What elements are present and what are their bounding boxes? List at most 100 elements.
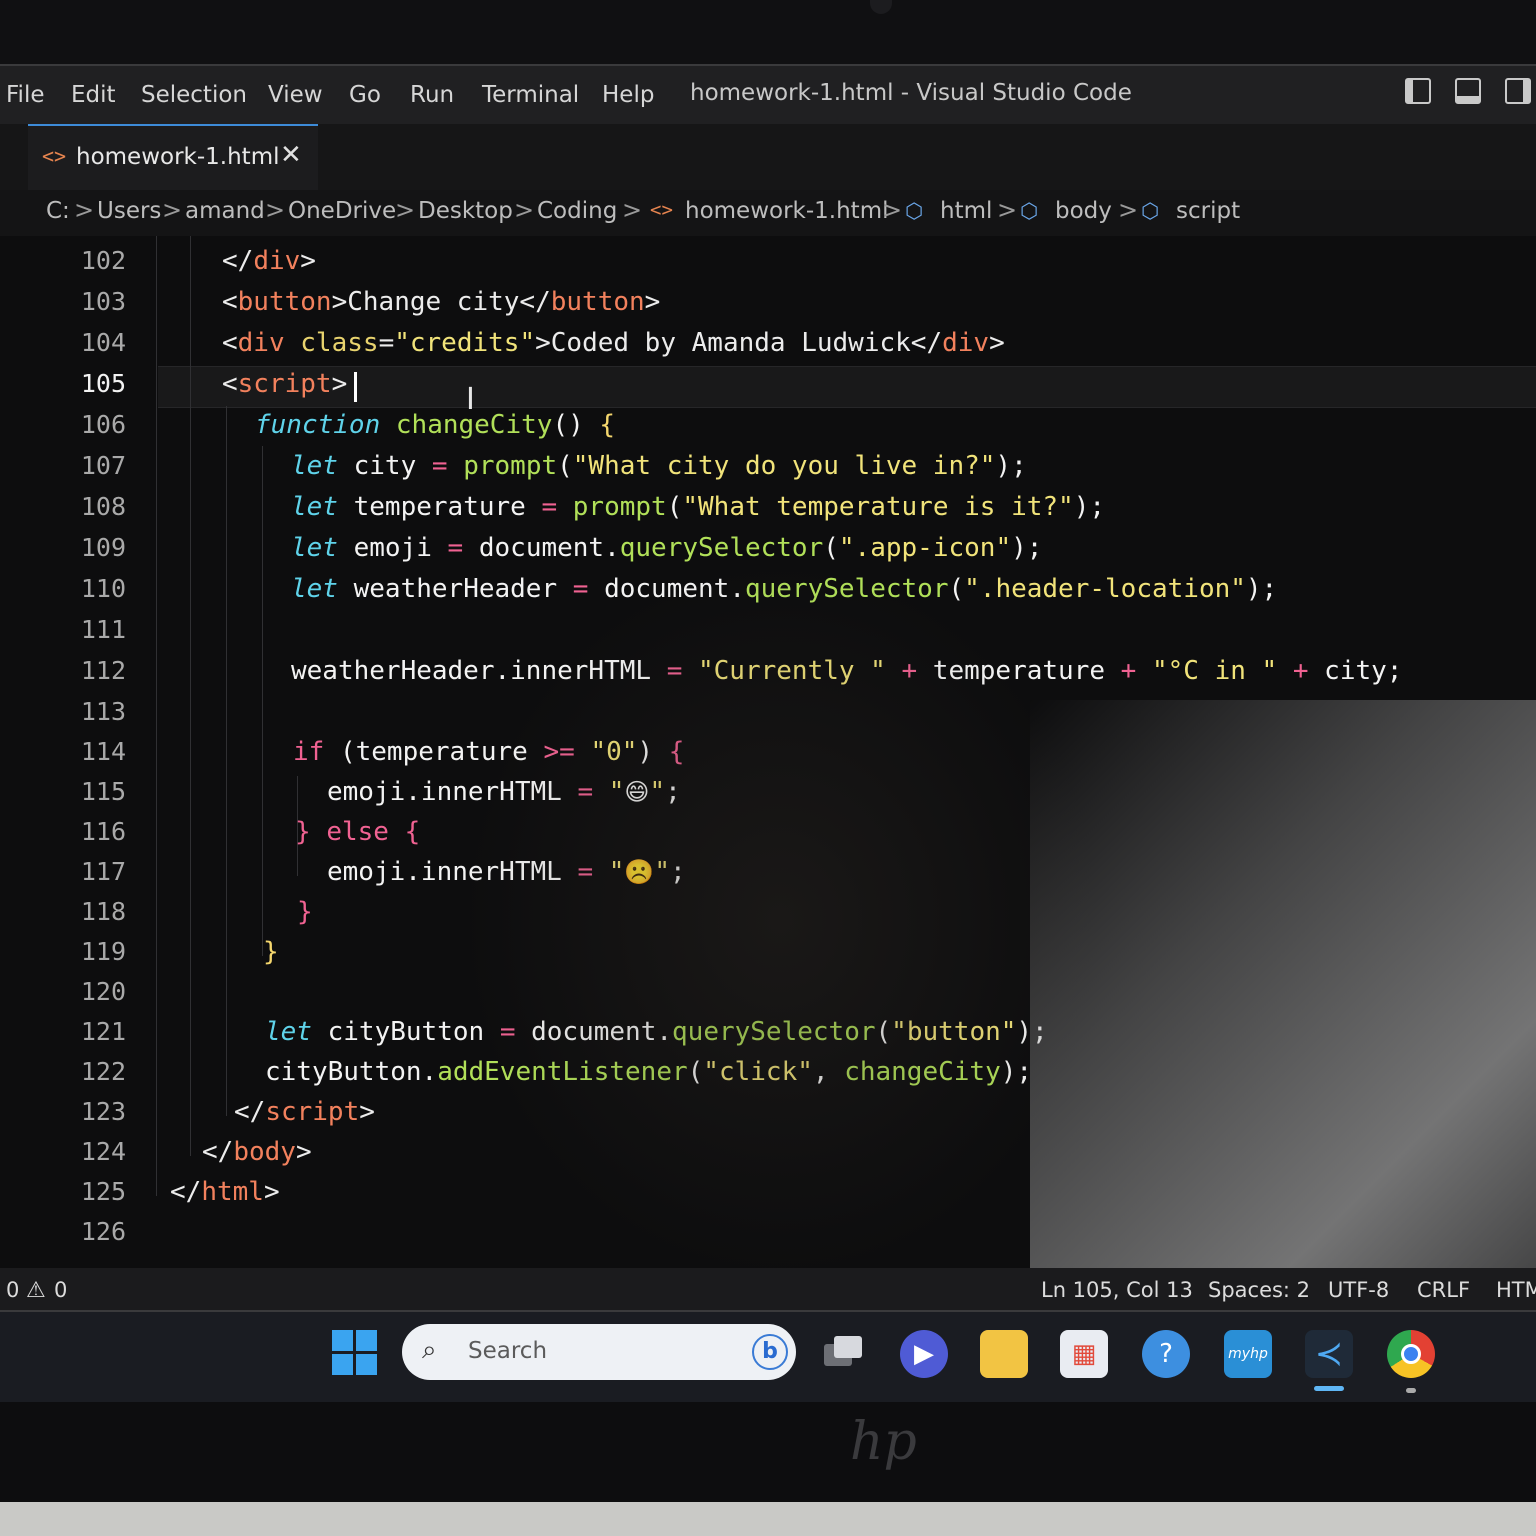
operator: = bbox=[577, 777, 594, 807]
tag-bracket: < bbox=[222, 328, 238, 358]
line-number: 110 bbox=[80, 574, 126, 603]
menu-help[interactable]: Help bbox=[602, 82, 654, 108]
string: "What city do you live in?" bbox=[572, 451, 996, 481]
punctuation: ( bbox=[687, 1057, 704, 1087]
window-title: homework-1.html - Visual Studio Code bbox=[690, 80, 1132, 106]
task-view-front bbox=[834, 1336, 862, 1358]
breadcrumb-html[interactable]: html bbox=[940, 198, 992, 224]
menu-run[interactable]: Run bbox=[410, 82, 454, 108]
windows-start-icon[interactable] bbox=[332, 1330, 378, 1376]
tag-bracket: </ bbox=[170, 1177, 202, 1207]
tag-bracket: > bbox=[989, 328, 1005, 358]
breadcrumb-users[interactable]: Users bbox=[97, 198, 161, 224]
chrome-icon[interactable] bbox=[1387, 1330, 1435, 1378]
keyword: let bbox=[265, 1017, 312, 1047]
error-count[interactable]: 0 bbox=[6, 1278, 19, 1302]
indent-guide bbox=[226, 406, 227, 1116]
line-number: 113 bbox=[80, 697, 126, 726]
member-access: weatherHeader.innerHTML bbox=[291, 656, 667, 686]
code-line-117: emoji.innerHTML = "☹️"; bbox=[327, 857, 686, 887]
close-icon[interactable]: ✕ bbox=[280, 140, 302, 170]
code-line-109: let emoji = document.querySelector(".app… bbox=[291, 533, 1042, 563]
breadcrumb-coding[interactable]: Coding bbox=[537, 198, 617, 224]
menu-view[interactable]: View bbox=[268, 82, 323, 108]
indentation-setting[interactable]: Spaces: 2 bbox=[1208, 1278, 1310, 1302]
punctuation: ); bbox=[1016, 1017, 1048, 1047]
task-view-icon[interactable] bbox=[820, 1330, 868, 1378]
code-line-123: </script> bbox=[234, 1097, 375, 1127]
file-encoding[interactable]: UTF-8 bbox=[1328, 1278, 1389, 1302]
menu-selection[interactable]: Selection bbox=[141, 82, 247, 108]
text-content: >Change city</ bbox=[331, 287, 551, 317]
warning-triangle-icon[interactable]: ⚠ bbox=[26, 1278, 46, 1303]
operator: = bbox=[499, 1017, 516, 1047]
operator: = bbox=[666, 656, 683, 686]
punctuation: ( bbox=[557, 451, 573, 481]
language-mode[interactable]: HTM bbox=[1496, 1278, 1536, 1302]
tag-bracket: </ bbox=[202, 1137, 234, 1167]
laptop-bezel-bottom: hp bbox=[0, 1402, 1536, 1536]
file-explorer-icon[interactable] bbox=[980, 1330, 1028, 1378]
operator: + bbox=[1120, 656, 1137, 686]
chat-icon[interactable]: ▶ bbox=[900, 1330, 948, 1378]
taskbar-search-box[interactable]: ⌕ Search b bbox=[402, 1324, 796, 1380]
get-help-icon[interactable]: ? bbox=[1142, 1330, 1190, 1378]
line-number-gutter: 102 103 104 105 106 107 108 109 110 111 … bbox=[0, 236, 150, 1268]
toggle-secondary-sidebar-icon[interactable] bbox=[1505, 78, 1531, 104]
breadcrumb-body[interactable]: body bbox=[1055, 198, 1112, 224]
breadcrumb-file[interactable]: homework-1.html bbox=[685, 198, 889, 224]
status-bar: 0 ⚠ 0 Ln 105, Col 13 Spaces: 2 UTF-8 CRL… bbox=[0, 1268, 1536, 1312]
breadcrumb-desktop[interactable]: Desktop bbox=[418, 198, 513, 224]
breadcrumb-amand[interactable]: amand bbox=[185, 198, 265, 224]
breadcrumb-onedrive[interactable]: OneDrive bbox=[288, 198, 396, 224]
variable: cityButton bbox=[311, 1017, 500, 1047]
tag-bracket: < bbox=[222, 287, 238, 317]
code-line-122: cityButton.addEventListener("click", cha… bbox=[265, 1057, 1032, 1087]
keyword: function bbox=[255, 410, 381, 440]
bing-icon[interactable]: b bbox=[752, 1334, 788, 1370]
code-line-106: function changeCity() { bbox=[255, 410, 615, 440]
breadcrumb-separator: > bbox=[162, 196, 183, 224]
operator: = bbox=[431, 451, 448, 481]
tag-bracket: </ bbox=[234, 1097, 266, 1127]
menu-terminal[interactable]: Terminal bbox=[482, 82, 579, 108]
cursor-position[interactable]: Ln 105, Col 13 bbox=[1041, 1278, 1193, 1302]
myhp-icon[interactable]: myhp bbox=[1224, 1330, 1272, 1378]
line-number: 118 bbox=[80, 897, 126, 926]
vscode-icon[interactable]: ≺ bbox=[1305, 1330, 1353, 1378]
line-number: 103 bbox=[80, 287, 126, 316]
line-number: 124 bbox=[80, 1137, 126, 1166]
string: ".header-location" bbox=[964, 574, 1246, 604]
tag-name: button bbox=[237, 287, 332, 317]
code-line-118: } bbox=[297, 897, 313, 927]
microsoft-store-icon[interactable]: ▦ bbox=[1060, 1330, 1108, 1378]
menu-edit[interactable]: Edit bbox=[71, 82, 116, 108]
warning-count[interactable]: 0 bbox=[54, 1278, 67, 1302]
variable: temperature bbox=[337, 492, 542, 522]
code-editor[interactable]: 102 103 104 105 106 107 108 109 110 111 … bbox=[0, 236, 1536, 1268]
string: "Currently " bbox=[698, 656, 886, 686]
breadcrumb-separator: > bbox=[1118, 196, 1139, 224]
breadcrumb-separator: > bbox=[514, 196, 535, 224]
menu-go[interactable]: Go bbox=[349, 82, 381, 108]
attribute-value: "credits" bbox=[394, 328, 536, 358]
tab-homework-1-html[interactable]: <> homework-1.html ✕ bbox=[28, 124, 318, 192]
indent-guide bbox=[262, 446, 263, 956]
menu-file[interactable]: File bbox=[6, 82, 45, 108]
keyword: let bbox=[291, 492, 338, 522]
active-app-indicator bbox=[1314, 1386, 1344, 1391]
windows-logo-pane bbox=[332, 1354, 353, 1375]
code-line-102: </div> bbox=[222, 246, 316, 276]
breadcrumb-script[interactable]: script bbox=[1176, 198, 1240, 224]
code-line-112: weatherHeader.innerHTML = "Currently " +… bbox=[291, 656, 1402, 686]
variable: city; bbox=[1308, 656, 1403, 686]
line-number: 102 bbox=[80, 246, 126, 275]
toggle-primary-sidebar-icon[interactable] bbox=[1405, 78, 1431, 104]
line-ending[interactable]: CRLF bbox=[1417, 1278, 1470, 1302]
punctuation: ( bbox=[948, 574, 965, 604]
breadcrumb-drive[interactable]: C: bbox=[46, 198, 70, 224]
toggle-panel-icon[interactable] bbox=[1455, 78, 1481, 104]
